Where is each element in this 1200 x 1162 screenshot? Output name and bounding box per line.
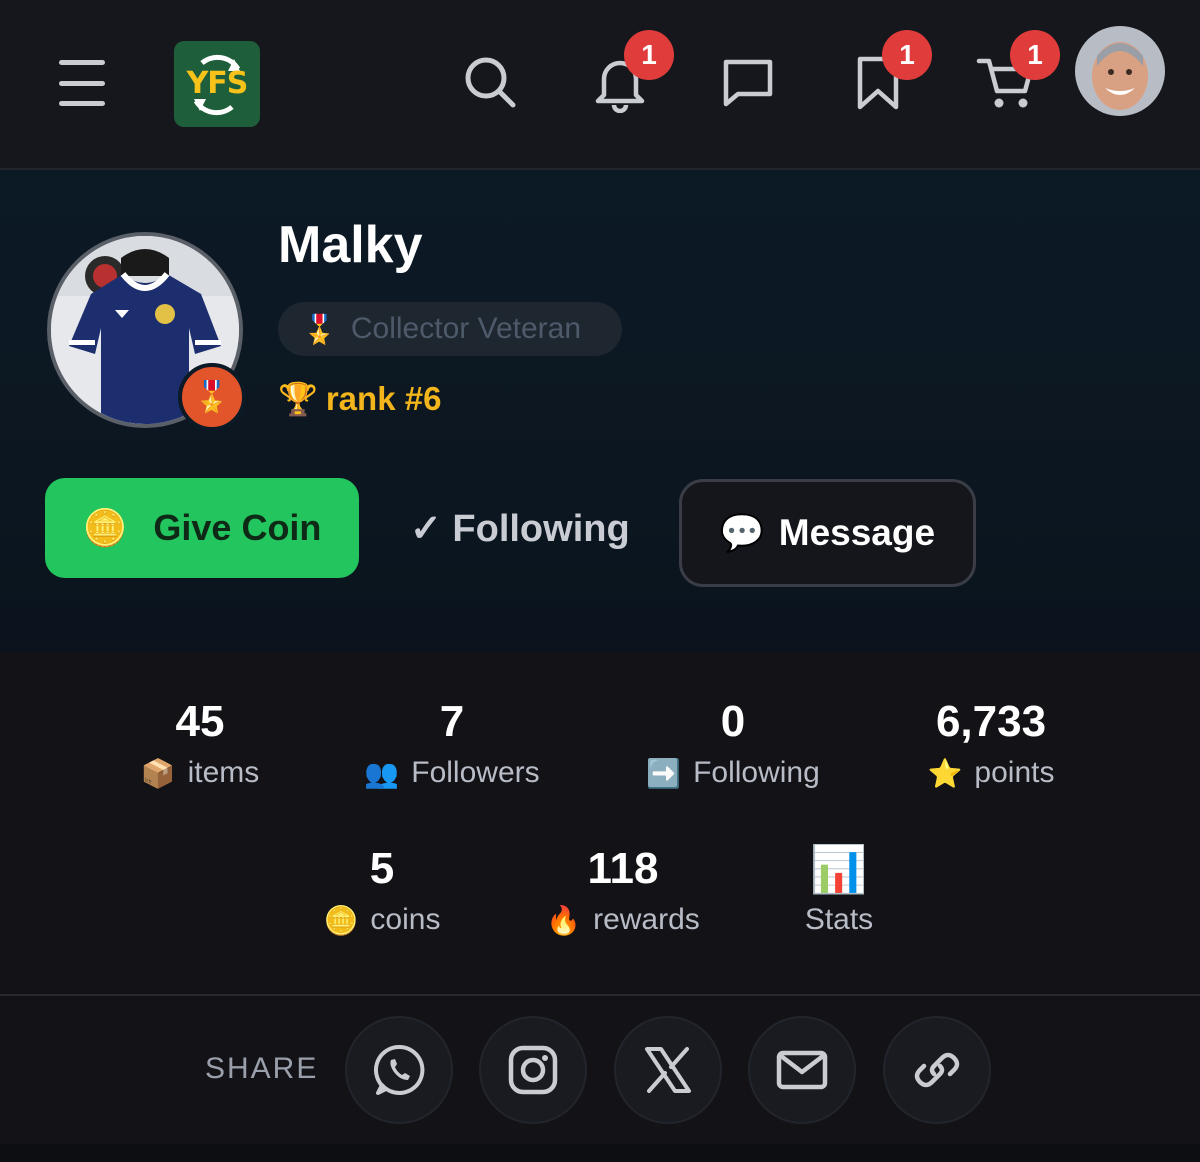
stat-value: 5	[369, 844, 395, 893]
coin-icon: 🪙	[323, 903, 359, 937]
mail-icon	[776, 1050, 828, 1090]
divider	[0, 994, 1200, 996]
share-label: SHARE	[205, 1052, 319, 1085]
rank-medal-badge: 🎖️	[178, 363, 246, 431]
cart-button[interactable]: 1	[974, 30, 1060, 114]
stat-label: coins	[370, 903, 441, 936]
stat-label: points	[974, 756, 1055, 789]
notifications-button[interactable]: 1	[588, 30, 674, 114]
saved-badge: 1	[882, 30, 932, 80]
saved-button[interactable]: 1	[846, 30, 932, 114]
title-text: Collector Veteran	[350, 312, 582, 345]
copy-link-button[interactable]	[883, 1016, 991, 1124]
stat-value: 0	[720, 697, 746, 746]
notification-badge: 1	[624, 30, 674, 80]
give-coin-label: Give Coin	[153, 507, 322, 548]
fire-icon: 🔥	[546, 903, 582, 937]
stat-value: 6,733	[935, 697, 1047, 746]
instagram-icon	[508, 1045, 558, 1095]
title-badge: 🎖️ Collector Veteran	[278, 302, 622, 356]
following-button[interactable]: ✓ Following	[410, 498, 630, 558]
chart-icon: 📊	[810, 842, 868, 896]
stat-coins[interactable]: 5 🪙 coins	[262, 843, 502, 937]
link-icon	[914, 1052, 960, 1088]
box-icon: 📦	[140, 756, 176, 790]
search-icon	[465, 57, 516, 108]
messages-button[interactable]	[716, 50, 780, 114]
rank-line: 🏆 rank #6	[278, 380, 441, 418]
stat-value: 7	[439, 697, 465, 746]
arrow-right-icon: ➡️	[646, 756, 682, 790]
user-avatar-image	[1075, 26, 1165, 116]
stat-label: Followers	[411, 756, 540, 789]
message-label: Message	[778, 512, 936, 553]
stat-label: rewards	[593, 903, 700, 936]
stat-following[interactable]: 0 ➡️ Following	[613, 696, 853, 790]
people-icon: 👥	[364, 756, 400, 790]
coin-icon: 🪙	[82, 508, 128, 549]
stat-stats-link[interactable]: 📊 Stats	[719, 843, 959, 937]
stat-followers[interactable]: 7 👥 Followers	[332, 696, 572, 790]
chat-bubble-icon	[723, 59, 773, 107]
share-x-button[interactable]	[614, 1016, 722, 1124]
speech-bubble-icon: 💬	[719, 513, 765, 554]
stat-value: 118	[587, 844, 659, 893]
whatsapp-icon	[373, 1044, 425, 1095]
site-logo[interactable]: YFS	[174, 41, 260, 127]
share-instagram-button[interactable]	[479, 1016, 587, 1124]
share-whatsapp-button[interactable]	[345, 1016, 453, 1124]
medal-icon: 🎖️	[302, 312, 337, 346]
bottom-strip	[0, 1144, 1200, 1162]
top-bar: YFS 1 1 1	[0, 0, 1200, 170]
give-coin-button[interactable]: 🪙 Give Coin	[45, 478, 359, 578]
star-icon: ⭐	[927, 756, 963, 790]
search-button[interactable]	[458, 50, 522, 114]
stat-items[interactable]: 45 📦 items	[80, 696, 320, 790]
message-button[interactable]: 💬 Message	[679, 479, 976, 587]
stat-value: 45	[175, 697, 225, 746]
trophy-icon: 🏆	[278, 380, 318, 418]
rank-text: rank #6	[325, 380, 442, 417]
x-icon	[645, 1047, 691, 1093]
logo-text: YFS	[186, 66, 249, 101]
share-email-button[interactable]	[748, 1016, 856, 1124]
profile-name: Malky	[278, 216, 423, 274]
hamburger-menu-icon[interactable]	[56, 60, 108, 106]
stat-points[interactable]: 6,733 ⭐ points	[871, 696, 1111, 790]
stat-rewards[interactable]: 118 🔥 rewards	[503, 843, 743, 937]
stat-label: items	[187, 756, 260, 789]
user-avatar[interactable]	[1075, 26, 1165, 116]
stat-label: Following	[693, 756, 820, 789]
stat-label: Stats	[804, 903, 874, 936]
medal-icon: 🎖️	[193, 379, 231, 415]
cart-badge: 1	[1010, 30, 1060, 80]
